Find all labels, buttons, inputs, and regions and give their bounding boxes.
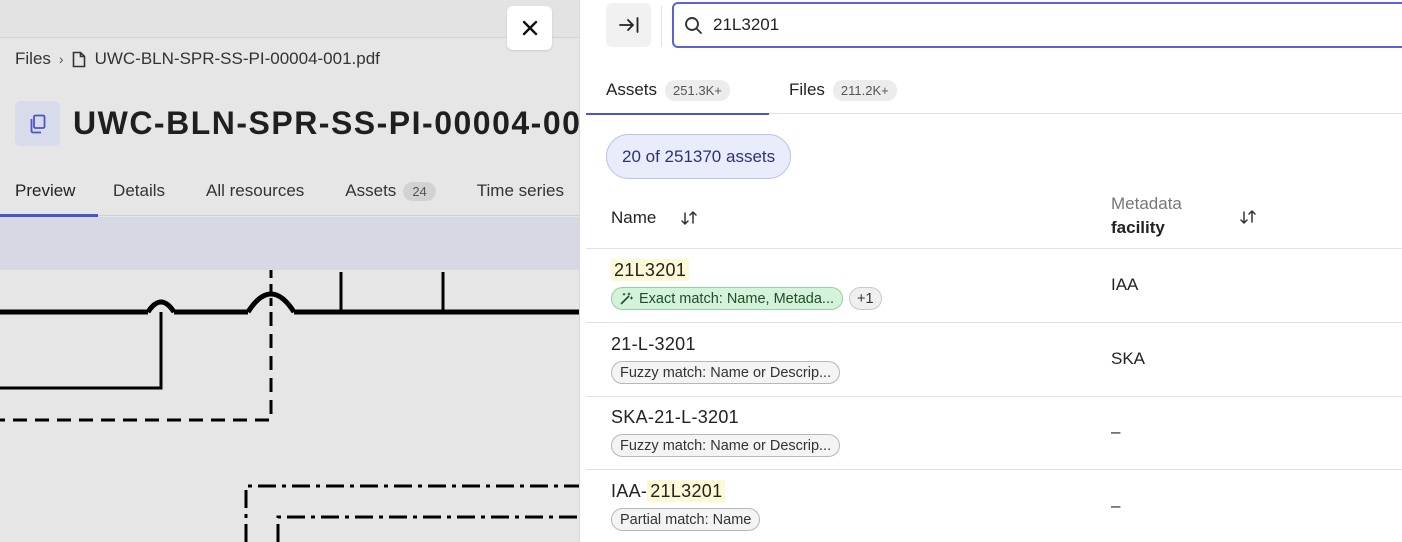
tab-count-badge: 211.2K+ <box>832 79 897 101</box>
result-type-tabs: Assets 251.3K+ Files 211.2K+ <box>586 66 1402 115</box>
asset-name: 21-L-3201 <box>611 334 696 354</box>
divider <box>661 6 662 46</box>
file-icon <box>72 51 86 68</box>
facility-value: IAA <box>1111 275 1139 294</box>
asset-name: IAA- 21L3201 <box>611 480 726 502</box>
collapse-panel-icon <box>618 17 638 33</box>
table-row[interactable]: IAA- 21L3201 Partial match: Name – <box>586 470 1402 542</box>
sort-icon[interactable] <box>680 209 698 227</box>
asset-name: 21L3201 <box>611 259 690 281</box>
column-label: facility <box>1111 218 1165 237</box>
search-panel: Assets 251.3K+ Files 211.2K+ 20 of 25137… <box>579 0 1402 542</box>
breadcrumb: Files › UWC-BLN-SPR-SS-PI-00004-001.pdf <box>15 49 380 69</box>
breadcrumb-current-file: UWC-BLN-SPR-SS-PI-00004-001.pdf <box>94 49 380 68</box>
match-chips: Fuzzy match: Name or Descrip... <box>611 434 846 457</box>
result-count-label: 20 of 251370 assets <box>622 146 776 166</box>
match-chips: Fuzzy match: Name or Descrip... <box>611 361 846 384</box>
copy-icon[interactable] <box>15 101 60 146</box>
tab-details[interactable]: Details <box>98 166 180 216</box>
title-row: UWC-BLN-SPR-SS-PI-00004-001.pdf <box>15 101 579 146</box>
match-highlight: 21L3201 <box>647 480 726 502</box>
top-strip <box>0 0 579 38</box>
table-row[interactable]: 21L3201 Exact match: Name, Metada... +1 … <box>586 249 1402 323</box>
tab-time-series[interactable]: Time series <box>451 166 579 216</box>
breadcrumb-files-link[interactable]: Files <box>15 49 51 69</box>
tab-label: All resources <box>206 181 305 200</box>
preview-toolbar-band <box>0 217 579 270</box>
column-header-metadata-facility[interactable]: Metadata facility <box>1111 194 1256 238</box>
tab-label: Files <box>789 80 825 99</box>
match-highlight: 21L3201 <box>611 259 690 281</box>
facility-value: – <box>1111 422 1121 441</box>
tab-assets[interactable]: Assets 251.3K+ <box>586 66 769 115</box>
result-count-pill: 20 of 251370 assets <box>606 134 792 179</box>
facility-value: SKA <box>1111 349 1146 368</box>
tab-count-badge: 251.3K+ <box>665 79 730 101</box>
facility-value: – <box>1111 496 1121 515</box>
column-header-name[interactable]: Name <box>611 208 698 228</box>
search-icon <box>685 16 702 34</box>
tab-label: Preview <box>15 181 76 200</box>
file-preview-pane: Files › UWC-BLN-SPR-SS-PI-00004-001.pdf … <box>0 0 579 542</box>
fuzzy-match-chip: Fuzzy match: Name or Descrip... <box>611 434 841 457</box>
asset-name-prefix: IAA- <box>611 481 648 501</box>
exact-match-chip: Exact match: Name, Metada... <box>611 287 844 310</box>
column-super-label: Metadata <box>1111 194 1182 213</box>
sort-icon[interactable] <box>1239 208 1257 226</box>
collapse-panel-button[interactable] <box>606 3 651 47</box>
close-button[interactable] <box>507 6 552 50</box>
results-table-header: Name Metadata facility <box>586 190 1402 249</box>
tab-assets[interactable]: Assets 24 <box>319 166 451 216</box>
search-input[interactable] <box>713 15 1393 35</box>
tab-count-badge: 24 <box>403 181 436 201</box>
more-matches-chip[interactable]: +1 <box>849 287 882 310</box>
file-tabs: Preview Details All resources Assets 24 T… <box>0 166 579 217</box>
tab-all-resources[interactable]: All resources <box>180 166 319 216</box>
chip-label: Exact match: Name, Metada... <box>639 290 835 307</box>
table-row[interactable]: 21-L-3201 Fuzzy match: Name or Descrip..… <box>586 323 1402 397</box>
search-box[interactable] <box>672 2 1402 48</box>
breadcrumb-separator: › <box>58 51 64 67</box>
tab-preview[interactable]: Preview <box>0 166 99 217</box>
tab-label: Details <box>113 181 166 200</box>
page-title: UWC-BLN-SPR-SS-PI-00004-001.pdf <box>73 105 579 141</box>
match-chips: Partial match: Name <box>611 508 766 531</box>
partial-match-chip: Partial match: Name <box>611 508 761 531</box>
tab-label: Time series <box>476 181 564 200</box>
column-label: Name <box>611 208 657 227</box>
fuzzy-match-chip: Fuzzy match: Name or Descrip... <box>611 361 841 384</box>
tab-label: Assets <box>606 80 658 99</box>
match-chips: Exact match: Name, Metada... +1 <box>611 287 888 310</box>
tab-files[interactable]: Files 211.2K+ <box>769 66 917 114</box>
table-row[interactable]: SKA-21-L-3201 Fuzzy match: Name or Descr… <box>586 396 1402 470</box>
tab-label: Assets <box>345 181 397 200</box>
close-icon <box>522 20 537 36</box>
asset-name: SKA-21-L-3201 <box>611 407 739 427</box>
pid-drawing-preview[interactable] <box>0 270 579 542</box>
magic-wand-icon <box>620 292 633 305</box>
